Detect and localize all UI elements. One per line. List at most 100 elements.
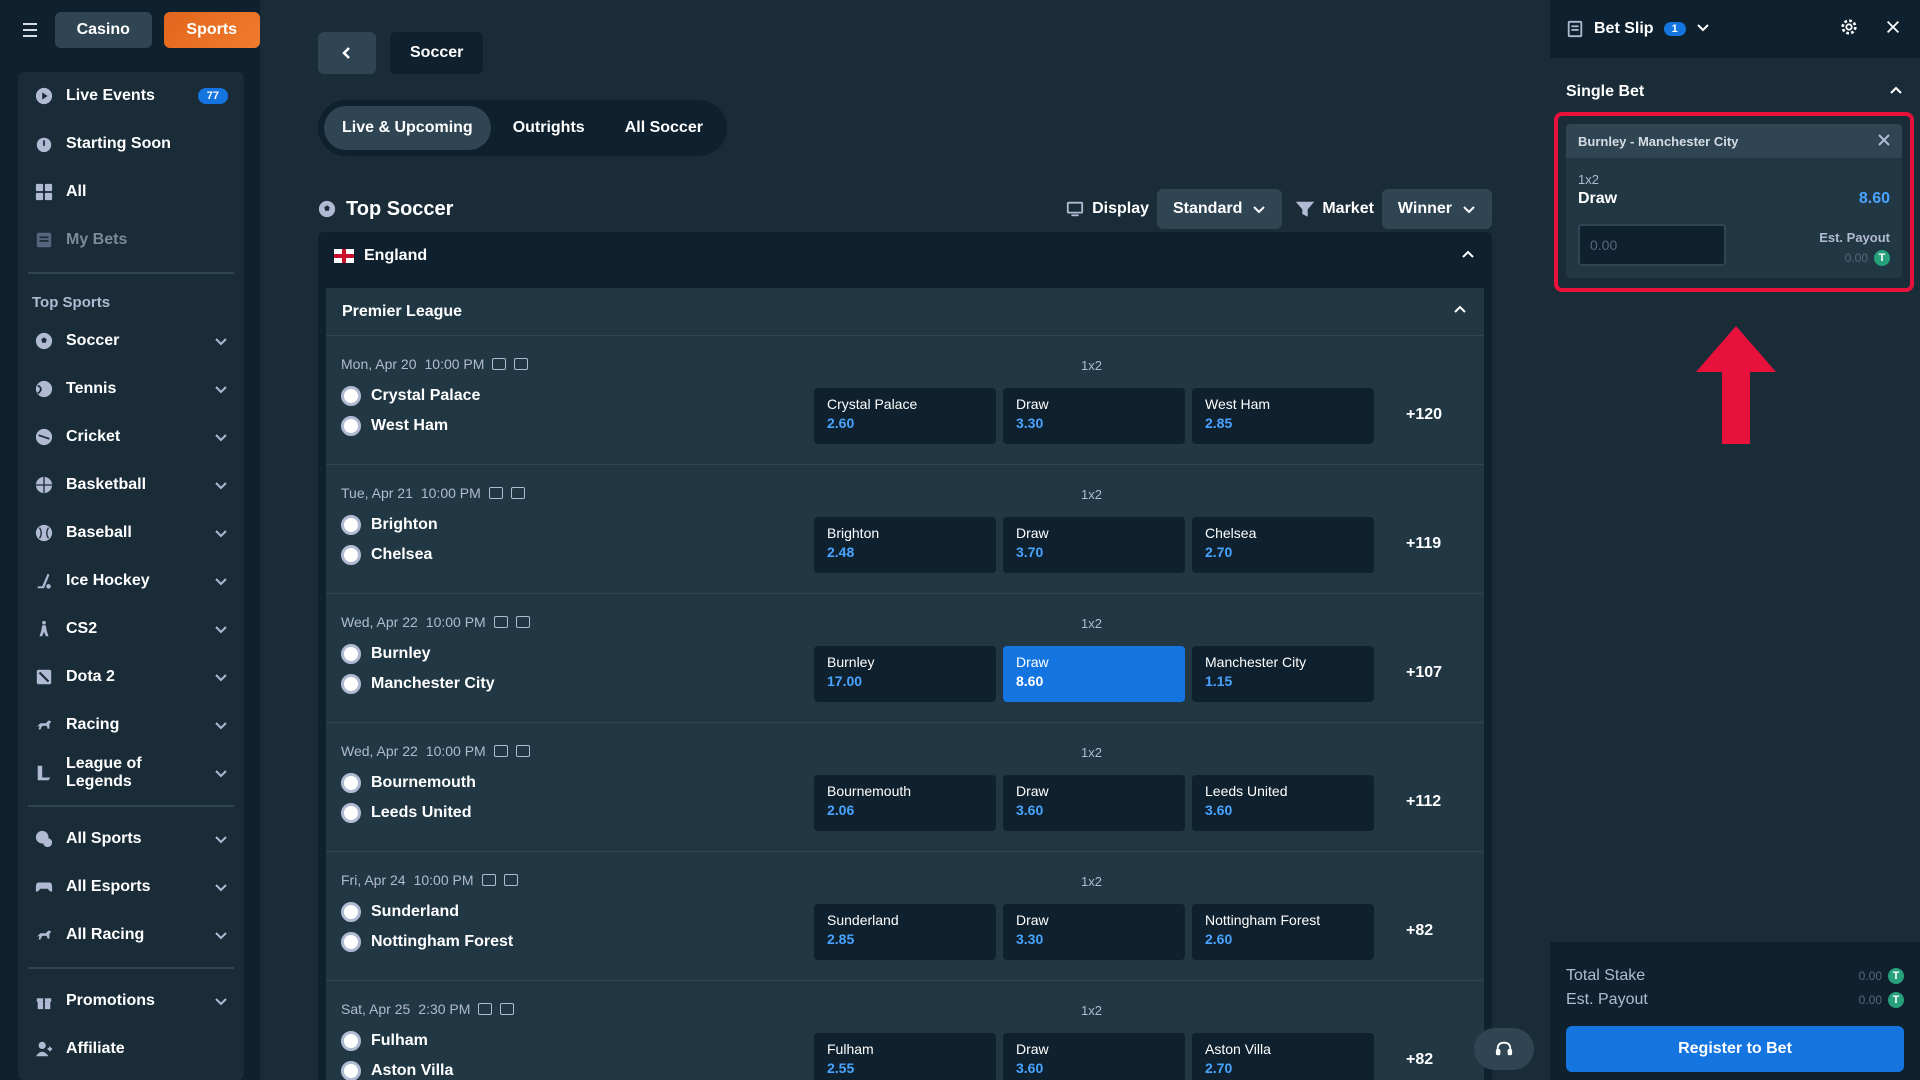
stats-icon[interactable] xyxy=(481,874,496,886)
live-tv-icon[interactable] xyxy=(500,1003,515,1015)
odds-button-home[interactable]: Crystal Palace 2.60 xyxy=(814,388,996,444)
sidebar-item-all[interactable]: All xyxy=(18,168,244,216)
odds-button-away[interactable]: West Ham 2.85 xyxy=(1192,388,1374,444)
home-team[interactable]: Burnley xyxy=(341,644,431,664)
gear-icon[interactable] xyxy=(1840,18,1858,41)
home-team[interactable]: Crystal Palace xyxy=(341,386,480,406)
sidebar-item-all-sports[interactable]: All Sports xyxy=(18,815,244,863)
away-team[interactable]: Aston Villa xyxy=(341,1061,453,1080)
home-team[interactable]: Sunderland xyxy=(341,902,459,922)
back-button[interactable] xyxy=(318,32,376,74)
odds-button-away[interactable]: Aston Villa 2.70 xyxy=(1192,1033,1374,1080)
sidebar-item-my-bets[interactable]: My Bets xyxy=(18,216,244,264)
odds-button-draw[interactable]: Draw 3.60 xyxy=(1003,1033,1185,1080)
sidebar-item-live-events[interactable]: Live Events 77 xyxy=(18,72,244,120)
sidebar-item-all-racing[interactable]: All Racing xyxy=(18,911,244,959)
live-tv-icon[interactable] xyxy=(515,616,530,628)
live-tv-icon[interactable] xyxy=(514,358,529,370)
tab-all-soccer[interactable]: All Soccer xyxy=(607,106,721,150)
home-team[interactable]: Bournemouth xyxy=(341,773,476,793)
more-markets-button[interactable]: +112 xyxy=(1406,793,1441,811)
more-markets-button[interactable]: +82 xyxy=(1406,922,1433,940)
league-header[interactable]: Premier League xyxy=(326,288,1484,336)
sidebar-item-promotions[interactable]: Promotions xyxy=(18,977,244,1025)
live-tv-icon[interactable] xyxy=(503,874,518,886)
chevron-up-icon[interactable] xyxy=(1460,246,1476,267)
sidebar-item-affiliate[interactable]: Affiliate xyxy=(18,1025,244,1073)
chevron-down-icon[interactable] xyxy=(214,382,228,396)
home-team[interactable]: Fulham xyxy=(341,1031,428,1051)
menu-icon[interactable] xyxy=(18,18,37,42)
chevron-down-icon[interactable] xyxy=(1696,20,1710,39)
stats-icon[interactable] xyxy=(488,487,503,499)
odds-button-draw[interactable]: Draw 3.60 xyxy=(1003,775,1185,831)
chevron-down-icon[interactable] xyxy=(214,718,228,732)
chevron-down-icon[interactable] xyxy=(214,526,228,540)
chevron-up-icon[interactable] xyxy=(1888,82,1904,103)
away-team[interactable]: Leeds United xyxy=(341,803,471,823)
live-tv-icon[interactable] xyxy=(515,745,530,757)
odds-button-home[interactable]: Burnley 17.00 xyxy=(814,646,996,702)
tab-live-upcoming[interactable]: Live & Upcoming xyxy=(324,106,491,150)
chevron-down-icon[interactable] xyxy=(214,766,228,780)
odds-button-draw[interactable]: Draw 3.70 xyxy=(1003,517,1185,573)
stats-icon[interactable] xyxy=(493,745,508,757)
odds-button-draw[interactable]: Draw 3.30 xyxy=(1003,904,1185,960)
sidebar-item-dota-2[interactable]: Dota 2 xyxy=(18,653,244,701)
chevron-down-icon[interactable] xyxy=(214,478,228,492)
stake-input[interactable] xyxy=(1578,224,1726,266)
more-markets-button[interactable]: +119 xyxy=(1406,535,1441,553)
chevron-down-icon[interactable] xyxy=(214,574,228,588)
away-team[interactable]: Manchester City xyxy=(341,674,495,694)
register-to-bet-button[interactable]: Register to Bet xyxy=(1566,1026,1904,1072)
sidebar-item-ice-hockey[interactable]: Ice Hockey xyxy=(18,557,244,605)
odds-button-home[interactable]: Bournemouth 2.06 xyxy=(814,775,996,831)
chevron-down-icon[interactable] xyxy=(214,832,228,846)
sidebar-item-baseball[interactable]: Baseball xyxy=(18,509,244,557)
live-tv-icon[interactable] xyxy=(510,487,525,499)
casino-button[interactable]: Casino xyxy=(55,12,152,48)
sidebar-item-tennis[interactable]: Tennis xyxy=(18,365,244,413)
more-markets-button[interactable]: +107 xyxy=(1406,664,1442,682)
sidebar-item-league-of-legends[interactable]: League of Legends xyxy=(18,749,244,797)
sidebar-item-soccer[interactable]: Soccer xyxy=(18,317,244,365)
chevron-down-icon[interactable] xyxy=(214,928,228,942)
market-select[interactable]: Winner xyxy=(1381,189,1492,229)
more-markets-button[interactable]: +120 xyxy=(1406,406,1442,424)
odds-button-away[interactable]: Manchester City 1.15 xyxy=(1192,646,1374,702)
home-team[interactable]: Brighton xyxy=(341,515,438,535)
bet-event-name[interactable]: Burnley - Manchester City xyxy=(1578,134,1878,149)
away-team[interactable]: West Ham xyxy=(341,416,448,436)
sidebar-item-basketball[interactable]: Basketball xyxy=(18,461,244,509)
tab-outrights[interactable]: Outrights xyxy=(495,106,603,150)
odds-button-home[interactable]: Brighton 2.48 xyxy=(814,517,996,573)
odds-button-draw[interactable]: Draw 3.30 xyxy=(1003,388,1185,444)
more-markets-button[interactable]: +82 xyxy=(1406,1051,1433,1069)
odds-button-away[interactable]: Leeds United 3.60 xyxy=(1192,775,1374,831)
sidebar-item-cricket[interactable]: Cricket xyxy=(18,413,244,461)
sports-button[interactable]: Sports xyxy=(163,12,260,48)
sidebar-item-cs2[interactable]: CS2 xyxy=(18,605,244,653)
away-team[interactable]: Chelsea xyxy=(341,545,432,565)
stats-icon[interactable] xyxy=(493,616,508,628)
chevron-down-icon[interactable] xyxy=(214,622,228,636)
odds-button-home[interactable]: Sunderland 2.85 xyxy=(814,904,996,960)
chevron-down-icon[interactable] xyxy=(214,994,228,1008)
odds-button-home[interactable]: Fulham 2.55 xyxy=(814,1033,996,1080)
away-team[interactable]: Nottingham Forest xyxy=(341,932,513,952)
odds-button-draw-selected[interactable]: Draw 8.60 xyxy=(1003,646,1185,702)
odds-button-away[interactable]: Chelsea 2.70 xyxy=(1192,517,1374,573)
remove-bet-icon[interactable] xyxy=(1878,133,1890,149)
sidebar-item-all-esports[interactable]: All Esports xyxy=(18,863,244,911)
chevron-down-icon[interactable] xyxy=(214,430,228,444)
country-header[interactable]: England xyxy=(318,232,1492,280)
sidebar-item-racing[interactable]: Racing xyxy=(18,701,244,749)
support-button[interactable] xyxy=(1474,1028,1534,1070)
chevron-down-icon[interactable] xyxy=(214,334,228,348)
sidebar-item-starting-soon[interactable]: Starting Soon xyxy=(18,120,244,168)
stats-icon[interactable] xyxy=(478,1003,493,1015)
chevron-up-icon[interactable] xyxy=(1452,301,1468,322)
stats-icon[interactable] xyxy=(492,358,507,370)
odds-button-away[interactable]: Nottingham Forest 2.60 xyxy=(1192,904,1374,960)
chevron-down-icon[interactable] xyxy=(214,880,228,894)
